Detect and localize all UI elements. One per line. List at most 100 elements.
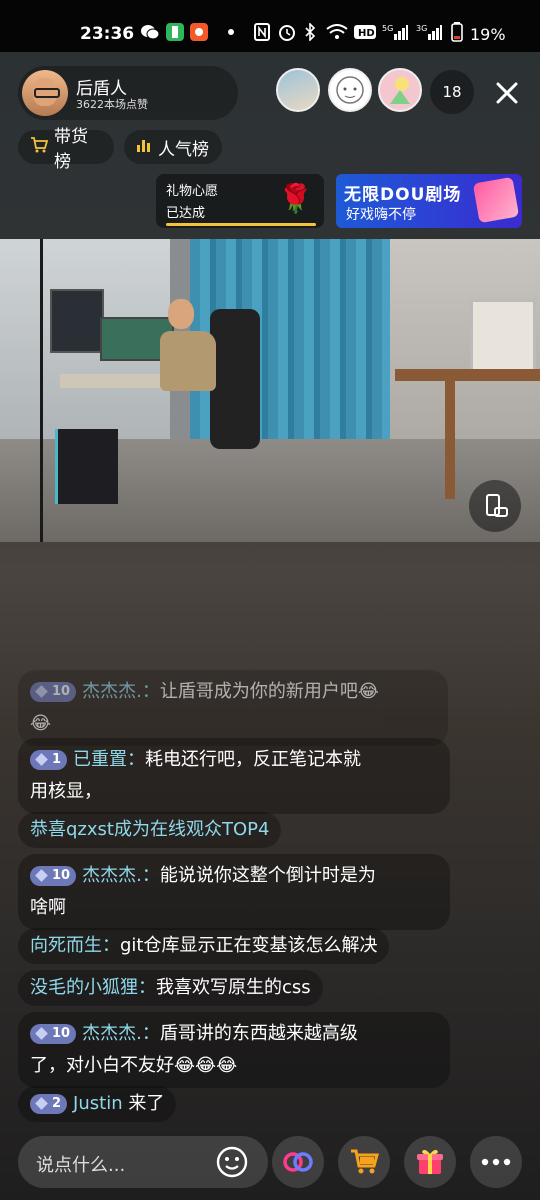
signal-5g-icon: 5G xyxy=(382,24,408,40)
level-badge: 1 xyxy=(30,750,68,770)
chat-message[interactable]: 10 杰杰杰.：让盾哥成为你的新用户吧😂 😂 xyxy=(18,670,448,746)
chat-text: 我喜欢写原生的css xyxy=(156,977,311,998)
system-text: 恭喜qzxst成为在线观众TOP4 xyxy=(30,819,270,840)
chat-username[interactable]: 向死而生 xyxy=(30,935,102,956)
diamond-icon xyxy=(35,752,48,766)
rotate-screen-button[interactable] xyxy=(469,480,521,532)
dot-icon xyxy=(226,24,236,40)
level-badge: 2 xyxy=(30,1094,68,1114)
host-card[interactable]: 后盾人 3622本场点赞 xyxy=(18,66,238,120)
shopping-cart-icon xyxy=(351,1149,379,1174)
bluetooth-icon xyxy=(302,23,318,41)
gift-wish-card[interactable]: 礼物心愿 已达成 🌹 xyxy=(156,174,324,228)
chat-text-line2: 用核显， xyxy=(30,781,102,802)
level-badge: 10 xyxy=(30,682,77,702)
more-icon xyxy=(481,1158,511,1166)
chat-message[interactable]: 向死而生：git仓库显示正在变基该怎么解决 xyxy=(18,928,390,964)
video-streamer xyxy=(150,299,230,419)
wish-progress-bar xyxy=(166,223,316,226)
cart-icon xyxy=(30,136,49,158)
gift-icon xyxy=(417,1149,443,1174)
comment-input[interactable]: 说点什么... xyxy=(18,1136,268,1188)
link-button[interactable] xyxy=(272,1136,324,1188)
chat-username[interactable]: 杰杰杰. xyxy=(82,865,142,886)
status-icons: HD 5G 3G 19% xyxy=(140,20,530,48)
video-side-table xyxy=(395,369,540,381)
viewer-avatar[interactable] xyxy=(328,68,372,112)
link-icon xyxy=(283,1152,313,1172)
chat-username[interactable]: 没毛的小狐狸 xyxy=(30,977,138,998)
diamond-icon xyxy=(35,684,48,698)
viewer-avatar[interactable] xyxy=(378,68,422,112)
popularity-rank-label: 人气榜 xyxy=(158,139,209,160)
chat-username[interactable]: 杰杰杰. xyxy=(82,681,142,702)
chat-separator: ： xyxy=(127,749,146,770)
wish-title: 礼物心愿 xyxy=(166,184,219,199)
chat-username[interactable]: 杰杰杰. xyxy=(82,1023,142,1044)
join-message[interactable]: 2 Justin 来了 xyxy=(18,1086,177,1122)
battery-icon xyxy=(450,22,464,42)
chat-separator: ： xyxy=(102,935,120,956)
bar-chart-icon xyxy=(136,137,152,157)
join-text: 来了 xyxy=(122,1093,165,1114)
chat-text: 耗电还行吧，反正笔记本就 xyxy=(145,749,362,770)
chat-text-line2: 😂 xyxy=(30,713,52,734)
level-number: 10 xyxy=(52,684,71,699)
streamer-body xyxy=(160,331,216,391)
shop-cart-button[interactable] xyxy=(338,1136,390,1188)
battery-level: 19% xyxy=(470,25,506,44)
video-pc-case xyxy=(55,429,118,504)
live-video[interactable] xyxy=(0,239,540,542)
host-avatar[interactable] xyxy=(22,70,68,116)
more-button[interactable] xyxy=(470,1136,522,1188)
chat-separator: ： xyxy=(138,977,156,998)
svg-text:HD: HD xyxy=(358,28,375,39)
level-number: 10 xyxy=(52,868,71,883)
status-time: 23:36 xyxy=(80,24,135,44)
wechat-icon xyxy=(140,24,160,40)
wifi-icon xyxy=(326,24,348,40)
chat-text-line2: 了，对小白不友好😂😂😂 xyxy=(30,1055,238,1076)
video-picture-frame xyxy=(470,299,536,380)
chat-message[interactable]: 1 已重置：耗电还行吧，反正笔记本就用核显， xyxy=(18,738,450,814)
rotate-screen-icon xyxy=(486,494,508,517)
diamond-icon xyxy=(35,1026,48,1040)
promo-banner[interactable]: 无限DOU剧场 好戏嗨不停 xyxy=(336,174,522,228)
chat-text: 盾哥讲的东西越来越高级 xyxy=(159,1023,358,1044)
chat-text: 能说说你这整个倒计时是为 xyxy=(159,865,376,886)
hd-icon: HD xyxy=(354,24,376,40)
signal-3g-icon: 3G xyxy=(416,24,442,40)
host-likes: 3622本场点赞 xyxy=(76,98,148,111)
banner-subtitle: 好戏嗨不停 xyxy=(346,207,416,223)
diamond-icon xyxy=(35,868,48,882)
nfc-icon xyxy=(254,23,270,41)
viewer-count[interactable]: 18 xyxy=(430,70,474,114)
wish-status: 已达成 xyxy=(166,206,206,221)
chat-separator: ： xyxy=(141,1023,160,1044)
emoji-icon xyxy=(216,1146,248,1178)
chat-text: 让盾哥成为你的新用户吧😂 xyxy=(159,681,379,702)
chat-username[interactable]: 已重置 xyxy=(73,749,127,770)
gift-button[interactable] xyxy=(404,1136,456,1188)
chat-text: git仓库显示正在变基该怎么解决 xyxy=(120,935,378,956)
chat-message[interactable]: 10 杰杰杰.：盾哥讲的东西越来越高级了，对小白不友好😂😂😂 xyxy=(18,1012,450,1088)
svg-text:5G: 5G xyxy=(382,24,393,33)
close-button[interactable] xyxy=(486,72,528,114)
shop-rank-button[interactable]: 带货榜 xyxy=(18,127,114,172)
emoji-button[interactable] xyxy=(216,1146,248,1178)
chat-text-line2: 啥啊 xyxy=(30,897,66,918)
chat-message[interactable]: 10 杰杰杰.：能说说你这整个倒计时是为 啥啊 xyxy=(18,854,450,930)
level-number: 10 xyxy=(52,1026,71,1041)
chat-username[interactable]: Justin xyxy=(73,1093,123,1114)
level-badge: 10 xyxy=(30,1024,77,1044)
chat-message[interactable]: 没毛的小狐狸：我喜欢写原生的css xyxy=(18,970,323,1006)
popularity-rank-button[interactable]: 人气榜 xyxy=(124,130,222,164)
level-badge: 10 xyxy=(30,866,77,886)
banner-title: 无限DOU剧场 xyxy=(344,185,462,205)
video-table-leg xyxy=(445,379,455,499)
viewer-avatar[interactable] xyxy=(276,68,320,112)
close-icon xyxy=(496,82,518,104)
alarm-icon xyxy=(278,24,296,41)
system-message: 恭喜qzxst成为在线观众TOP4 xyxy=(18,812,282,848)
level-number: 2 xyxy=(52,1096,62,1111)
